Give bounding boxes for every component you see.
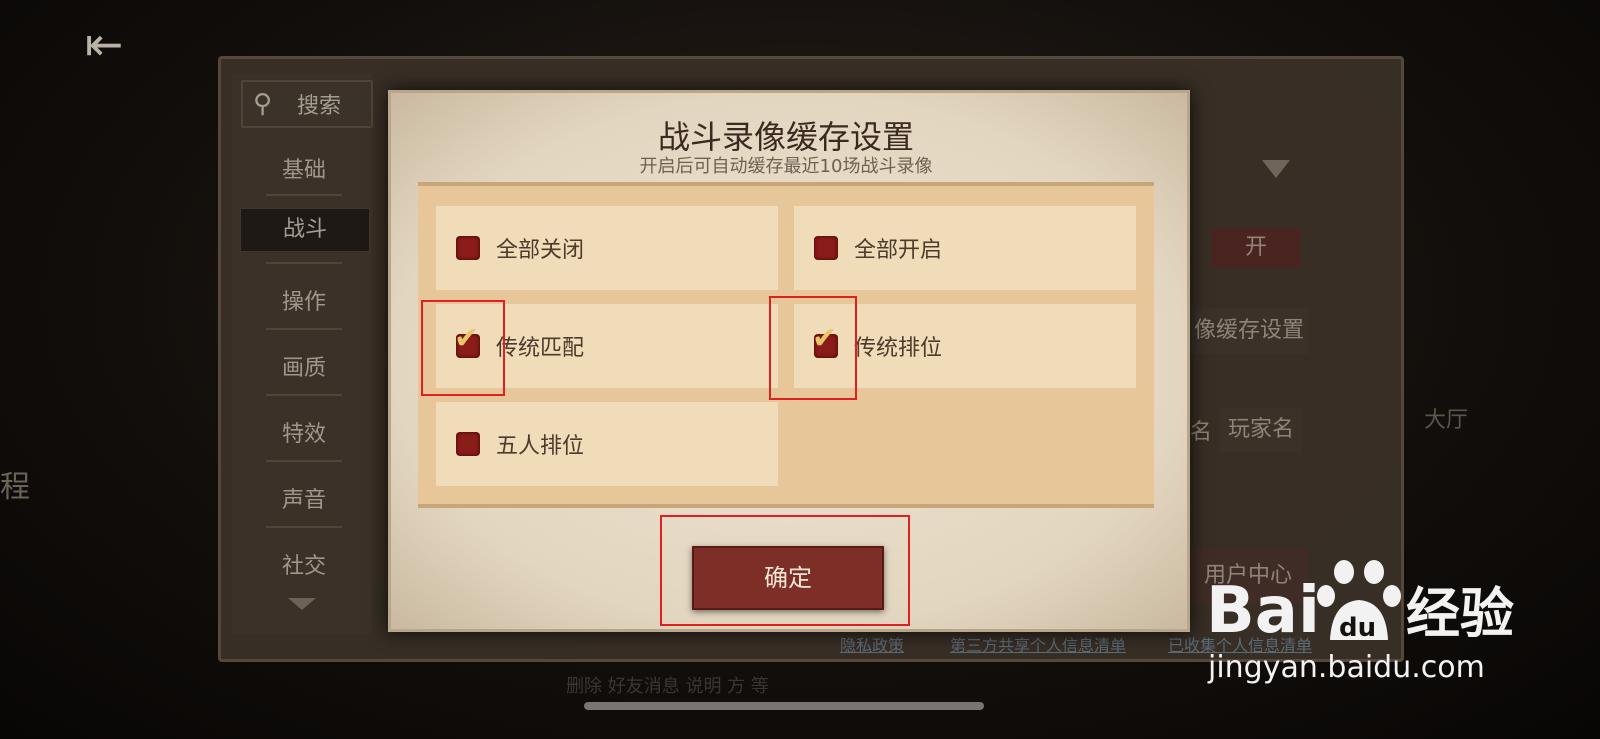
background-footer-note: 删除 好友消息 说明 方 等 bbox=[566, 676, 769, 697]
nav-divider bbox=[266, 328, 342, 330]
nav-divider bbox=[266, 394, 342, 396]
nav-divider bbox=[266, 262, 342, 264]
option-label: 传统匹配 bbox=[496, 336, 585, 361]
background-toggle[interactable]: 开 bbox=[1212, 228, 1300, 268]
option-label: 五人排位 bbox=[496, 434, 585, 459]
checkbox-icon[interactable] bbox=[456, 236, 480, 260]
search-icon: ⚲ bbox=[253, 89, 273, 119]
checkbox-icon[interactable] bbox=[814, 236, 838, 260]
third-party-list-link[interactable]: 第三方共享个人信息清单 bbox=[950, 632, 1126, 656]
highlight-box bbox=[660, 515, 910, 626]
nav-item-controls[interactable]: 操作 bbox=[240, 284, 368, 316]
dropdown-arrow-icon[interactable] bbox=[1262, 160, 1290, 178]
nav-item-effects[interactable]: 特效 bbox=[240, 416, 368, 448]
nav-item-basic[interactable]: 基础 bbox=[240, 152, 368, 184]
watermark-brand-jingyan: 经验 bbox=[1406, 582, 1514, 645]
home-indicator[interactable] bbox=[584, 702, 984, 710]
exit-icon[interactable]: ⇤ bbox=[72, 14, 136, 74]
background-player-name-button[interactable]: 玩家名 bbox=[1220, 408, 1302, 452]
nav-divider bbox=[266, 460, 342, 462]
watermark-brand-du: du bbox=[1339, 613, 1376, 643]
background-left-text: 程 bbox=[0, 470, 30, 505]
option-five-ranked[interactable]: 五人排位 bbox=[436, 402, 778, 486]
nav-item-battle[interactable]: 战斗 bbox=[240, 208, 370, 252]
background-name-label: 名 bbox=[1190, 420, 1213, 445]
nav-divider bbox=[266, 526, 342, 528]
nav-divider bbox=[266, 194, 342, 196]
scroll-down-icon[interactable] bbox=[288, 598, 316, 610]
search-button[interactable]: ⚲ 搜索 bbox=[241, 80, 373, 128]
nav-item-graphics[interactable]: 画质 bbox=[240, 350, 368, 382]
nav-item-social[interactable]: 社交 bbox=[240, 548, 368, 580]
baidu-jingyan-logo: Bai du 经验 bbox=[1206, 560, 1514, 648]
watermark-brand-bai: Bai bbox=[1206, 574, 1320, 648]
dialog-subtitle: 开启后可自动缓存最近10场战斗录像 bbox=[639, 156, 933, 177]
watermark-url: jingyan.baidu.com bbox=[1208, 650, 1485, 685]
option-label: 全部开启 bbox=[854, 238, 943, 263]
highlight-box bbox=[421, 300, 505, 396]
background-right-text: 大厅 bbox=[1424, 408, 1469, 433]
checkbox-icon[interactable] bbox=[456, 432, 480, 456]
background-cache-settings-button[interactable]: 像缓存设置 bbox=[1180, 308, 1308, 354]
privacy-policy-link[interactable]: 隐私政策 bbox=[840, 632, 904, 656]
option-label: 全部关闭 bbox=[496, 238, 585, 263]
option-label: 传统排位 bbox=[854, 336, 943, 361]
option-all-on[interactable]: 全部开启 bbox=[794, 206, 1136, 290]
search-label: 搜索 bbox=[297, 94, 342, 119]
highlight-box bbox=[769, 296, 857, 400]
nav-item-sound[interactable]: 声音 bbox=[240, 482, 368, 514]
option-all-off[interactable]: 全部关闭 bbox=[436, 206, 778, 290]
